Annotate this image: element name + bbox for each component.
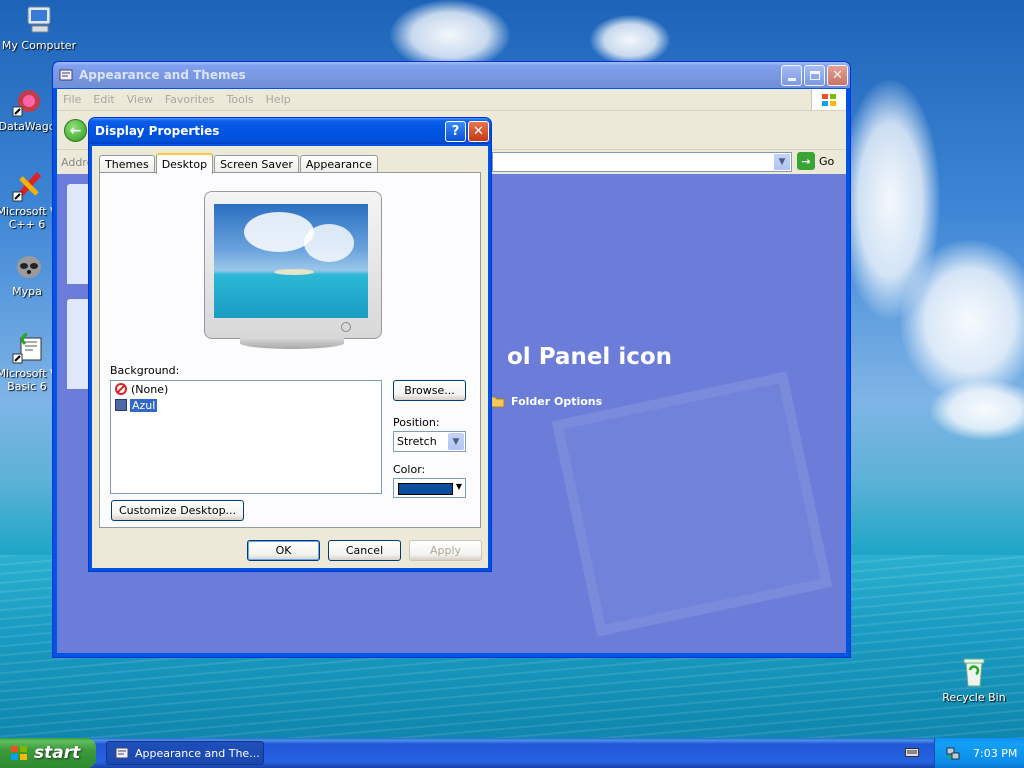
keyboard-icon[interactable] [905, 746, 919, 758]
ok-button[interactable]: OK [247, 540, 320, 561]
tab-desktop[interactable]: Desktop [155, 153, 214, 174]
raccoon-icon [11, 250, 43, 282]
taskbar-button-label: Appearance and The... [135, 746, 260, 760]
cloud [390, 0, 510, 70]
position-label: Position: [393, 416, 440, 429]
desktop-tab-panel: Background: (None) Azul Browse... Positi… [99, 172, 481, 528]
desktop-icon-label: Recycle Bin [942, 691, 1006, 704]
start-label: start [34, 743, 81, 763]
tab-appearance[interactable]: Appearance [299, 155, 378, 173]
back-arrow-icon: ← [69, 122, 82, 139]
maximize-button[interactable] [804, 64, 825, 86]
recycle-bin-icon [958, 656, 990, 688]
address-dropdown-button[interactable]: ▼ [774, 154, 790, 170]
close-icon: ✕ [832, 67, 843, 83]
background-checkmark-graphic [551, 371, 833, 637]
cancel-button[interactable]: Cancel [328, 540, 401, 561]
help-icon: ? [451, 123, 460, 139]
network-icon[interactable] [945, 745, 961, 761]
desktop-icon-my-computer[interactable]: My Computer [0, 4, 78, 52]
windows-logo-icon [811, 89, 846, 110]
position-dropdown-button[interactable]: ▼ [448, 433, 464, 450]
folder-options-label: Folder Options [511, 394, 603, 408]
color-swatch [398, 483, 453, 495]
page-heading: ol Panel icon [507, 344, 673, 370]
help-button[interactable]: ? [445, 120, 466, 142]
dialog-body: Themes Desktop Screen Saver Appearance B… [92, 146, 488, 568]
datawago-icon [11, 85, 43, 117]
system-tray: 7:03 PM [934, 738, 1024, 768]
dialog-titlebar[interactable]: Display Properties ? ✕ [89, 118, 491, 144]
position-select[interactable]: Stretch ▼ [393, 431, 466, 452]
explorer-titlebar[interactable]: Appearance and Themes ✕ [53, 62, 850, 88]
dialog-title: Display Properties [95, 124, 220, 138]
start-button[interactable]: start [0, 738, 96, 768]
close-icon: ✕ [473, 123, 484, 139]
list-item-selected[interactable]: Azul [111, 397, 381, 413]
display-properties-dialog[interactable]: Display Properties ? ✕ Themes Desktop Sc… [88, 117, 492, 572]
visual-basic-icon [11, 332, 43, 364]
color-picker-button[interactable]: ▼ [393, 478, 466, 498]
cloud [900, 240, 1024, 400]
list-item-label: Azul [130, 398, 158, 412]
list-item[interactable]: (None) [111, 381, 381, 397]
go-label: Go [819, 154, 835, 168]
position-value: Stretch [397, 435, 437, 448]
tab-strip: Themes Desktop Screen Saver Appearance [99, 152, 379, 174]
dialog-close-button[interactable]: ✕ [468, 120, 489, 142]
control-panel-icon [115, 746, 129, 760]
customize-desktop-button[interactable]: Customize Desktop... [111, 500, 244, 521]
bitmap-icon [115, 399, 127, 411]
desktop-icon-label: My Computer [1, 39, 77, 52]
maximize-icon [809, 70, 820, 80]
taskbar-button-appearance-themes[interactable]: Appearance and The... [106, 741, 264, 765]
menu-file[interactable]: File [57, 93, 87, 106]
menu-favorites[interactable]: Favorites [159, 93, 221, 106]
windows-flag-icon [10, 745, 28, 761]
cloud [590, 15, 670, 65]
minimize-button[interactable] [781, 64, 802, 86]
browse-button[interactable]: Browse... [393, 380, 466, 401]
go-button[interactable]: → Go [797, 152, 834, 170]
apply-button[interactable]: Apply [409, 540, 482, 561]
chevron-down-icon: ▼ [452, 436, 460, 447]
address-input[interactable]: ▼ [492, 152, 792, 172]
computer-icon [23, 4, 55, 36]
menu-tools[interactable]: Tools [221, 93, 260, 106]
color-label: Color: [393, 463, 426, 476]
cloud [930, 380, 1024, 440]
tab-screen-saver[interactable]: Screen Saver [214, 155, 299, 173]
background-listbox[interactable]: (None) Azul [110, 380, 382, 494]
chevron-down-icon: ▼ [778, 157, 786, 167]
wallpaper-preview [214, 204, 368, 318]
desktop-icon-recycle-bin[interactable]: Recycle Bin [935, 656, 1013, 704]
tab-themes[interactable]: Themes [99, 155, 155, 173]
window-title: Appearance and Themes [79, 68, 246, 82]
close-button[interactable]: ✕ [827, 64, 848, 86]
minimize-icon [787, 77, 796, 81]
menu-bar: File Edit View Favorites Tools Help [57, 89, 846, 111]
folder-options-link[interactable]: Folder Options [489, 394, 602, 408]
go-arrow-icon: → [797, 152, 815, 170]
monitor-preview [204, 191, 382, 351]
list-item-label: (None) [131, 382, 169, 396]
menu-help[interactable]: Help [260, 93, 297, 106]
menu-view[interactable]: View [121, 93, 159, 106]
background-label: Background: [110, 364, 180, 377]
none-icon [115, 383, 127, 395]
chevron-down-icon: ▼ [455, 482, 462, 491]
back-button[interactable]: ← [64, 119, 87, 142]
menu-edit[interactable]: Edit [87, 93, 120, 106]
visual-cpp-icon [11, 170, 43, 202]
control-panel-icon [59, 68, 73, 82]
clock[interactable]: 7:03 PM [973, 747, 1017, 760]
taskbar: start Appearance and The... 7:03 PM [0, 738, 1024, 768]
